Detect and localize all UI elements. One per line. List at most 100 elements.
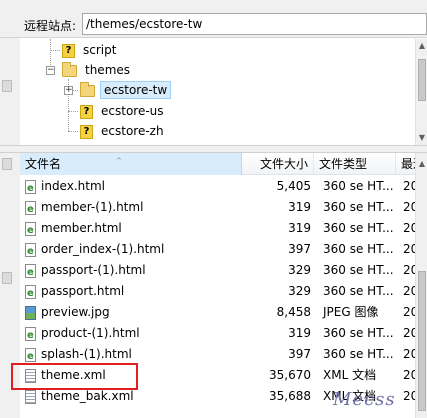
file-type-cell: 360 se HT... <box>323 347 394 361</box>
remote-site-label: 远程站点: <box>24 19 77 33</box>
table-row[interactable]: index.html 5,405 360 se HT... 2015 <box>20 176 415 199</box>
html-file-icon <box>25 241 36 262</box>
file-date-cell: 2015 <box>403 221 415 235</box>
tree-item-ecstore-tw[interactable]: ecstore-tw <box>80 80 172 100</box>
table-row[interactable]: member.html 319 360 se HT... 2015 <box>20 218 415 241</box>
file-name-cell: member.html <box>25 218 122 241</box>
table-row[interactable]: member-(1).html 319 360 se HT... 2015 <box>20 197 415 220</box>
file-size-cell: 319 <box>288 221 311 235</box>
file-size-cell: 319 <box>288 326 311 340</box>
file-size-cell: 397 <box>288 242 311 256</box>
html-file-icon <box>25 262 36 283</box>
collapse-themes-toggle[interactable]: − <box>46 66 55 75</box>
file-date-cell: 2015 <box>403 368 415 382</box>
file-list-header: ^ 文件名 文件大小 文件类型 最近 <box>20 153 415 175</box>
file-date-cell: 2015 <box>403 284 415 298</box>
file-list-scrollbar-thumb[interactable] <box>418 271 426 411</box>
remote-site-bar: 远程站点: /themes/ecstore-tw <box>0 0 427 38</box>
file-date-cell: 2015 <box>403 200 415 214</box>
file-size-cell: 319 <box>288 200 311 214</box>
file-type-cell: 360 se HT... <box>323 200 394 214</box>
column-header-filename[interactable]: ^ 文件名 <box>20 153 242 175</box>
left-strip-segment <box>2 272 12 284</box>
file-name-cell: member-(1).html <box>25 197 143 220</box>
left-strip-segment <box>2 80 12 92</box>
column-header-filetype[interactable]: 文件类型 <box>314 153 396 175</box>
highlight-box <box>11 363 138 390</box>
scroll-up-arrow-icon[interactable]: ▲ <box>416 39 427 53</box>
file-type-cell: 360 se HT... <box>323 221 394 235</box>
file-date-cell: 2015 <box>403 179 415 193</box>
left-edge-strip <box>0 0 20 418</box>
unknown-folder-icon: ? <box>80 124 93 139</box>
left-strip-segment <box>2 158 12 170</box>
remote-path-input[interactable]: /themes/ecstore-tw <box>82 13 427 35</box>
file-date-cell: 2015 <box>403 305 415 319</box>
file-name-cell: product-(1).html <box>25 323 140 346</box>
table-row[interactable]: preview.jpg 8,458 JPEG 图像 2015 <box>20 302 415 323</box>
file-name-cell: passport.html <box>25 281 124 304</box>
file-date-cell: 2015 <box>403 326 415 340</box>
html-file-icon <box>25 178 36 199</box>
file-date-cell: 2015 <box>403 347 415 361</box>
scroll-down-arrow-icon[interactable]: ▼ <box>416 131 427 145</box>
file-type-cell: XML 文档 <box>323 368 377 382</box>
folder-icon <box>80 81 95 97</box>
file-list-scrollbar[interactable]: ▲ <box>415 153 427 418</box>
image-file-icon <box>25 305 36 320</box>
tree-item-script[interactable]: ? script <box>62 40 119 60</box>
tree-connector <box>68 111 78 112</box>
html-file-icon <box>25 325 36 346</box>
tree-scrollbar[interactable]: ▲ ▼ <box>415 39 427 145</box>
remote-directory-tree: ? script − themes + ecstore-tw ? ecstore-u… <box>20 39 415 145</box>
scroll-up-arrow-icon[interactable]: ▲ <box>416 157 427 171</box>
unknown-folder-icon: ? <box>62 43 75 58</box>
file-type-cell: JPEG 图像 <box>323 305 379 319</box>
tree-item-ecstore-zh[interactable]: ? ecstore-zh <box>80 121 167 141</box>
tree-scrollbar-thumb[interactable] <box>418 59 426 101</box>
table-row[interactable]: product-(1).html 319 360 se HT... 2015 <box>20 323 415 346</box>
pane-splitter[interactable] <box>0 145 427 153</box>
html-file-icon <box>25 283 36 304</box>
table-row[interactable]: passport-(1).html 329 360 se HT... 2015 <box>20 260 415 283</box>
file-type-cell: 360 se HT... <box>323 326 394 340</box>
expand-ecstore-tw-toggle[interactable]: + <box>64 86 73 95</box>
unknown-folder-icon: ? <box>80 104 93 119</box>
file-type-cell: 360 se HT... <box>323 242 394 256</box>
html-file-icon <box>25 346 36 367</box>
file-size-cell: 35,670 <box>269 368 311 382</box>
tree-item-themes[interactable]: themes <box>62 60 133 80</box>
file-size-cell: 35,688 <box>269 389 311 403</box>
html-file-icon <box>25 220 36 241</box>
file-size-cell: 329 <box>288 284 311 298</box>
file-name-cell: passport-(1).html <box>25 260 146 283</box>
file-name-cell: index.html <box>25 176 105 199</box>
tree-connector <box>50 50 60 51</box>
file-type-cell: 360 se HT... <box>323 179 394 193</box>
file-type-cell: 360 se HT... <box>323 284 394 298</box>
file-size-cell: 397 <box>288 347 311 361</box>
table-row[interactable]: passport.html 329 360 se HT... 2015 <box>20 281 415 304</box>
table-row[interactable]: order_index-(1).html 397 360 se HT... 2015 <box>20 239 415 262</box>
sort-ascending-icon: ^ <box>116 157 122 165</box>
file-date-cell: 2015 <box>403 263 415 277</box>
column-header-modified[interactable]: 最近 <box>396 153 415 175</box>
file-size-cell: 8,458 <box>276 305 311 319</box>
file-date-cell: 2015 <box>403 242 415 256</box>
file-name-cell: preview.jpg <box>25 302 110 323</box>
table-row[interactable]: splash-(1).html 397 360 se HT... 2015 <box>20 344 415 367</box>
file-size-cell: 5,405 <box>276 179 311 193</box>
tree-connector <box>68 131 78 132</box>
file-date-cell: 2015 <box>403 389 415 403</box>
watermark-logo: Mecss <box>333 389 396 410</box>
file-size-cell: 329 <box>288 263 311 277</box>
file-name-cell: order_index-(1).html <box>25 239 164 262</box>
column-header-filesize[interactable]: 文件大小 <box>242 153 314 175</box>
tree-connector <box>50 39 51 67</box>
folder-icon <box>62 61 77 77</box>
file-type-cell: 360 se HT... <box>323 263 394 277</box>
tree-item-ecstore-us[interactable]: ? ecstore-us <box>80 101 167 121</box>
file-name-cell: splash-(1).html <box>25 344 132 367</box>
xml-file-icon <box>25 389 36 404</box>
html-file-icon <box>25 199 36 220</box>
